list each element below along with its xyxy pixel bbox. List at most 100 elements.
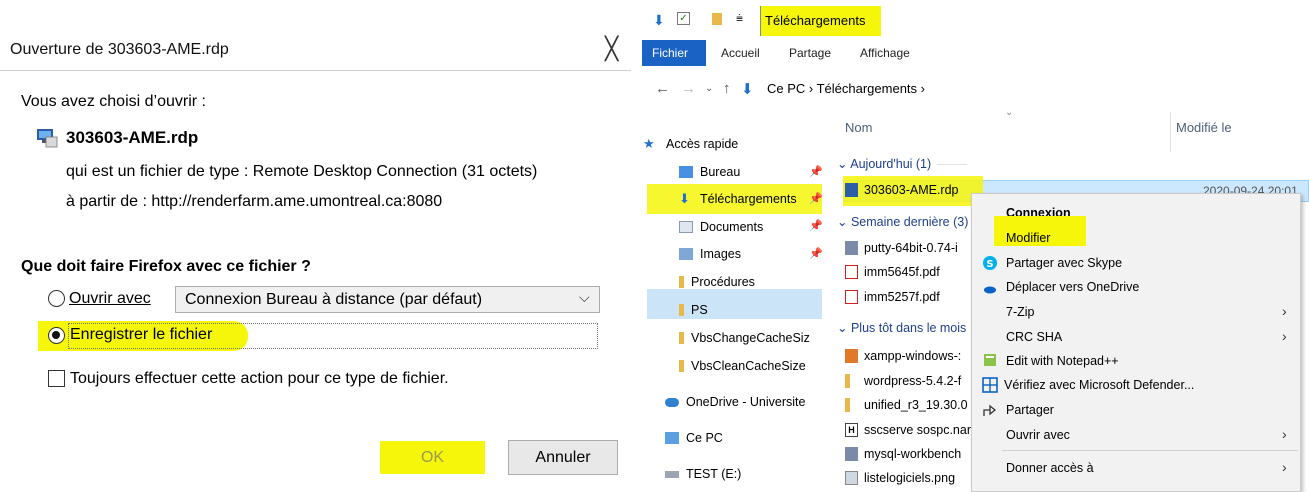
quick-access-toolbar: ⬇ ✓ ⩧ Téléchargements — [639, 0, 1309, 38]
up-arrow-icon[interactable]: ↑ — [723, 80, 731, 97]
menu-item-ouvrir-avec[interactable]: Ouvrir avec — [1006, 428, 1070, 442]
customize-toolbar-icon[interactable]: ⩧ — [736, 11, 743, 26]
nav-onedrive[interactable]: OneDrive - Universite — [665, 390, 805, 414]
menu-item-defender[interactable]: Vérifiez avec Microsoft Defender... — [1004, 378, 1194, 392]
nav-item-bureau[interactable]: Bureau — [679, 160, 740, 184]
tab-partage[interactable]: Partage — [789, 46, 831, 60]
nav-item-ps[interactable]: PS — [679, 298, 708, 322]
nav-label: Accès rapide — [666, 137, 739, 151]
list-item[interactable]: unified_r3_19.30.0 — [845, 398, 968, 412]
drive-icon — [665, 470, 679, 478]
file-name: 303603-AME.rdp — [66, 128, 199, 147]
back-arrow-icon[interactable]: ← — [655, 80, 670, 97]
nav-item-telechargements[interactable]: ⬇ Téléchargements — [679, 187, 797, 211]
close-icon[interactable]: ╳ — [605, 36, 618, 62]
menu-item-onedrive[interactable]: Déplacer vers OneDrive — [1006, 280, 1139, 294]
remote-desktop-icon — [37, 129, 58, 148]
file-row-rdp[interactable]: 303603-AME.rdp — [845, 183, 959, 197]
pin-icon: 📌 — [809, 193, 823, 205]
onedrive-cloud-icon — [665, 397, 679, 407]
image-file-icon — [845, 471, 858, 485]
folder-icon — [679, 276, 684, 288]
nav-label: OneDrive - Universite — [686, 395, 806, 409]
menu-item-7zip[interactable]: 7-Zip — [1006, 305, 1034, 319]
save-file-radio[interactable] — [48, 327, 65, 344]
nav-this-pc[interactable]: Ce PC — [665, 426, 723, 450]
menu-item-skype[interactable]: Partager avec Skype — [1006, 256, 1122, 270]
recent-locations-icon[interactable]: ⌄ — [705, 83, 713, 94]
column-modified[interactable]: Modifié le — [1176, 120, 1232, 135]
cancel-button[interactable]: Annuler — [508, 440, 618, 475]
pin-icon: 📌 — [809, 248, 823, 260]
file-name: unified_r3_19.30.0 — [864, 398, 968, 412]
nav-item-procedures[interactable]: Procédures — [679, 270, 755, 294]
pdf-icon — [845, 265, 858, 279]
new-folder-icon[interactable] — [712, 13, 722, 25]
group-today[interactable]: ⌄ Aujourd'hui (1) — [837, 156, 968, 171]
nav-label: TEST (E:) — [686, 467, 742, 481]
zip-folder-icon — [845, 398, 850, 412]
file-name: imm5257f.pdf — [864, 290, 940, 304]
list-item[interactable]: xampp-windows-: — [845, 349, 961, 363]
file-type-line: qui est un fichier de type : Remote Desk… — [66, 163, 538, 180]
nav-label: Ce PC — [686, 431, 723, 445]
nav-item-images[interactable]: Images — [679, 242, 741, 266]
list-item[interactable]: imm5257f.pdf — [845, 290, 940, 304]
ribbon-tabs: Accueil Partage Affichage — [639, 40, 1309, 66]
nav-label: Bureau — [700, 165, 741, 179]
file-name: putty-64bit-0.74-i — [864, 241, 958, 255]
group-label: Semaine dernière (3) — [850, 215, 969, 229]
file-name: xampp-windows-: — [864, 349, 962, 363]
menu-item-crc-sha[interactable]: CRC SHA — [1006, 330, 1062, 344]
list-item[interactable]: Hsscserve sospc.nar — [845, 423, 971, 437]
nav-drive-test[interactable]: TEST (E:) — [665, 462, 741, 486]
pdf-icon — [845, 290, 858, 304]
star-icon: ★ — [643, 136, 655, 151]
tab-affichage[interactable]: Affichage — [860, 46, 910, 60]
properties-check-icon[interactable]: ✓ — [677, 12, 690, 25]
tab-accueil[interactable]: Accueil — [721, 46, 760, 60]
open-with-label[interactable]: Ouvrir avec — [69, 290, 151, 308]
menu-item-partager[interactable]: Partager — [1006, 403, 1054, 417]
menu-item-notepad[interactable]: Edit with Notepad++ — [1006, 354, 1119, 368]
folder-icon — [679, 304, 684, 316]
list-item[interactable]: putty-64bit-0.74-i — [845, 241, 958, 255]
menu-item-modifier[interactable]: Modifier — [1006, 231, 1050, 245]
nav-item-vbschangecachesiz[interactable]: VbsChangeCacheSiz — [679, 326, 810, 350]
save-file-option[interactable]: Enregistrer le fichier — [38, 321, 598, 351]
group-earlier[interactable]: ⌄ Plus tôt dans le mois — [837, 320, 966, 335]
forward-arrow-icon[interactable]: → — [681, 80, 696, 97]
computer-icon — [665, 432, 679, 444]
ok-button[interactable]: OK — [380, 441, 485, 474]
chevron-right-icon: › — [1282, 328, 1287, 344]
list-item[interactable]: mysql-workbench — [845, 447, 961, 461]
folder-icon — [679, 360, 684, 372]
open-with-select[interactable]: Connexion Bureau à distance (par défaut)… — [175, 286, 600, 313]
menu-divider — [1002, 450, 1298, 451]
dialog-title-bar: Ouverture de 303603-AME.rdp ╳ — [0, 30, 631, 70]
list-item[interactable]: listelogiciels.png — [845, 471, 955, 485]
nav-quick-access[interactable]: ★ Accès rapide — [643, 132, 738, 156]
open-with-radio[interactable] — [48, 290, 65, 307]
save-file-label[interactable]: Enregistrer le fichier — [70, 326, 212, 344]
column-name[interactable]: Nom — [845, 120, 872, 135]
chevron-right-icon: › — [1282, 426, 1287, 442]
address-path[interactable]: Ce PC › Téléchargements › — [767, 81, 925, 96]
nav-item-vbscleancachesize[interactable]: VbsCleanCacheSize — [679, 354, 806, 378]
menu-item-donner-acces[interactable]: Donner accès à — [1006, 461, 1094, 475]
file-name: 303603-AME.rdp — [864, 183, 959, 197]
chevron-right-icon: › — [1282, 303, 1287, 319]
title-divider — [0, 70, 631, 71]
list-item[interactable]: imm5645f.pdf — [845, 265, 940, 279]
skype-icon: S — [983, 256, 997, 270]
share-icon — [983, 404, 997, 416]
pictures-folder-icon — [679, 248, 693, 260]
list-item[interactable]: wordpress-5.4.2-f — [845, 374, 961, 388]
download-arrow-icon[interactable]: ⬇ — [653, 12, 665, 29]
group-last-week[interactable]: ⌄ Semaine dernière (3) — [837, 214, 968, 229]
chosen-label: Vous avez choisi d’ouvrir : — [21, 93, 206, 110]
always-do-this-checkbox[interactable] — [48, 370, 65, 387]
file-name: mysql-workbench — [864, 447, 962, 461]
nav-item-documents[interactable]: Documents — [679, 215, 763, 239]
always-do-this-label[interactable]: Toujours effectuer cette action pour ce … — [70, 370, 449, 388]
